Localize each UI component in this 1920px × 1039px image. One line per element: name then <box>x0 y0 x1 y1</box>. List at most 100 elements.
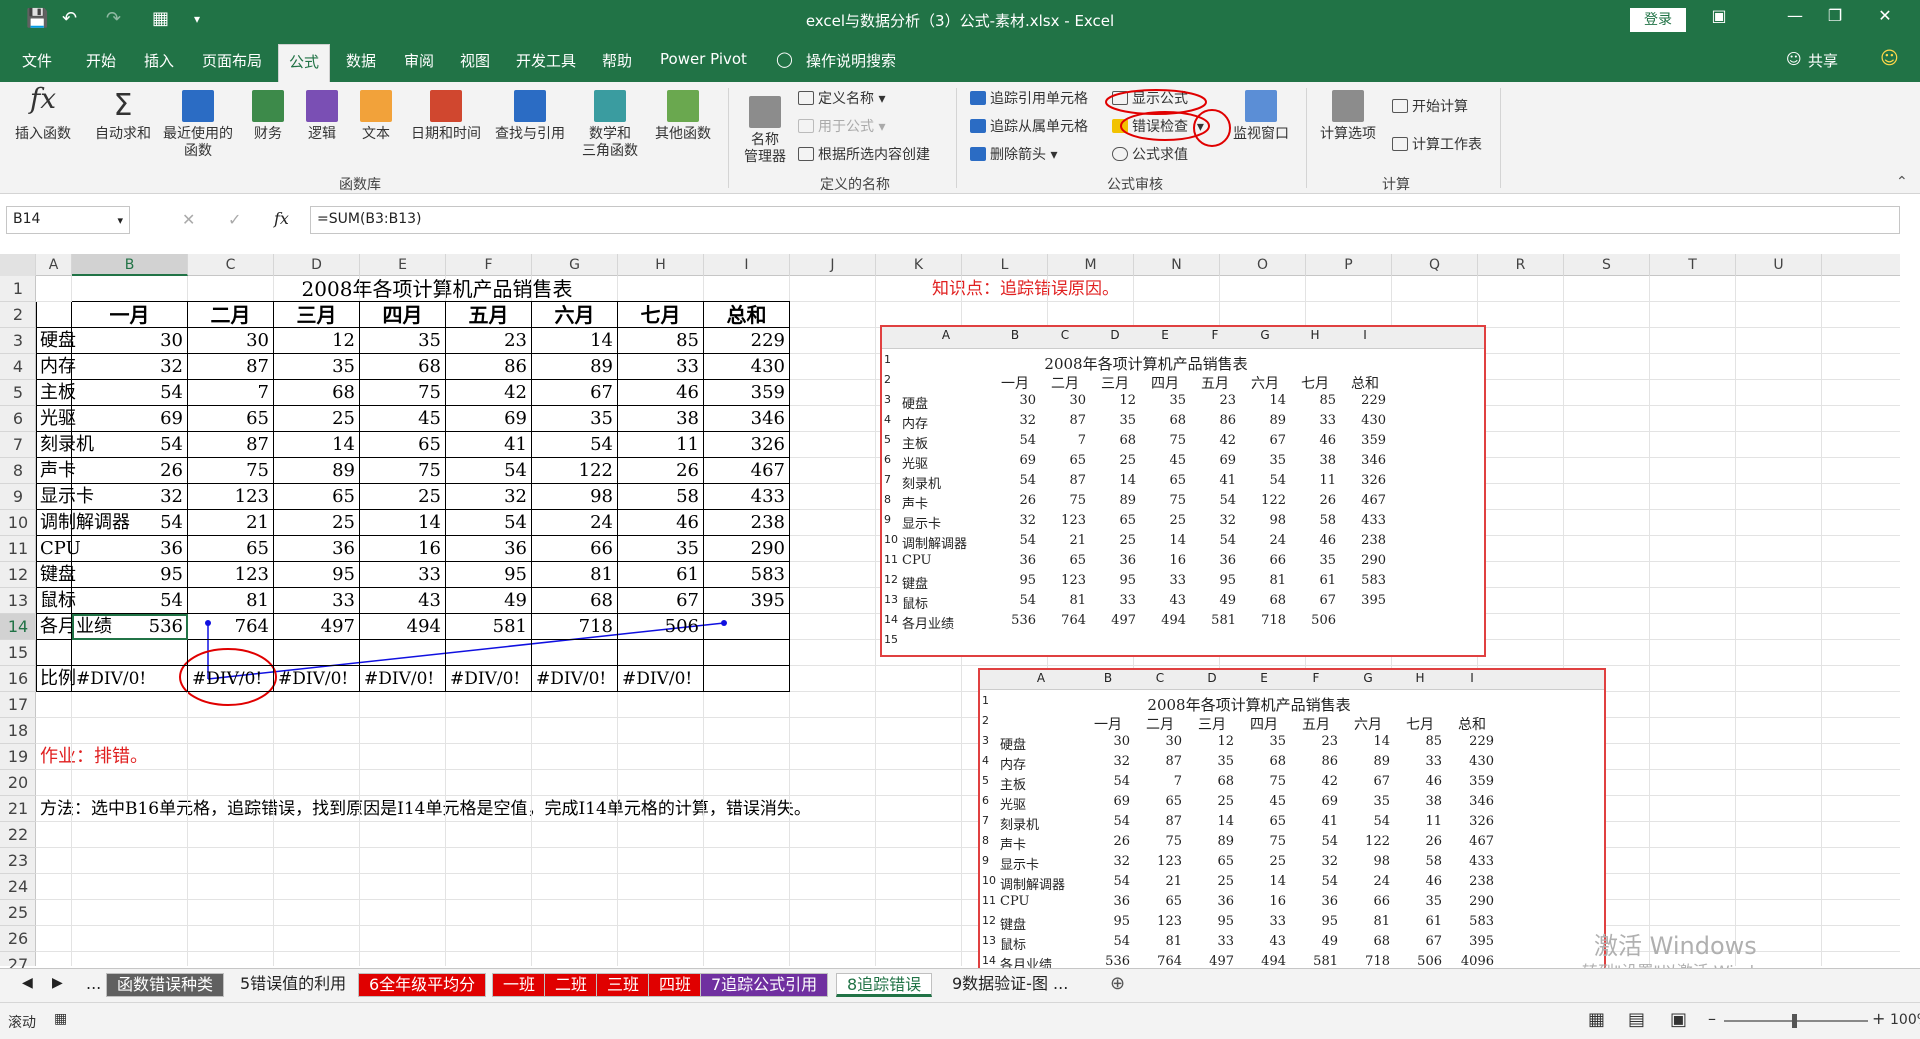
remove-arrows-button[interactable]: 删除箭头 ▾ <box>970 144 1057 164</box>
table-cell[interactable]: 46 <box>618 380 704 406</box>
blank-cell[interactable] <box>618 640 704 666</box>
table-cell[interactable]: 583 <box>704 562 790 588</box>
share-button[interactable]: 共享 <box>1808 50 1838 71</box>
table-cell[interactable]: 69 <box>72 406 188 432</box>
column-header[interactable]: M <box>1048 254 1134 276</box>
table-cell[interactable]: 326 <box>704 432 790 458</box>
table-cell[interactable]: 67 <box>618 588 704 614</box>
calculation-options-button[interactable]: 计算选项 <box>1312 90 1384 143</box>
table-cell[interactable]: 32 <box>446 484 532 510</box>
column-header[interactable]: E <box>360 254 446 276</box>
column-header[interactable]: O <box>1220 254 1306 276</box>
fx-formula-icon[interactable]: fx <box>274 209 289 228</box>
table-cell[interactable]: 36 <box>274 536 360 562</box>
row-header[interactable]: 21 <box>0 796 36 822</box>
table-cell[interactable]: 16 <box>360 536 446 562</box>
column-header[interactable]: J <box>790 254 876 276</box>
row-header[interactable]: 24 <box>0 874 36 900</box>
error-checking-button[interactable]: 错误检查 ▾ <box>1112 116 1204 136</box>
table-cell[interactable]: 43 <box>360 588 446 614</box>
table-cell[interactable]: 467 <box>704 458 790 484</box>
table-cell[interactable]: 33 <box>360 562 446 588</box>
month-header[interactable]: 三月 <box>274 302 360 328</box>
share-icon[interactable]: ☺ <box>1786 50 1802 68</box>
table-cell[interactable]: 14 <box>532 328 618 354</box>
table-cell[interactable]: 65 <box>360 432 446 458</box>
blank-cell[interactable] <box>36 640 72 666</box>
table-cell[interactable]: 68 <box>532 588 618 614</box>
tab-developer[interactable]: 开发工具 <box>516 50 576 71</box>
row-header[interactable]: 25 <box>0 900 36 926</box>
row-header[interactable]: 2 <box>0 302 36 328</box>
logical-button[interactable]: 逻辑 <box>300 90 344 143</box>
total-cell[interactable]: 497 <box>274 614 360 640</box>
total-cell[interactable]: 536 <box>72 614 188 640</box>
table-cell[interactable]: 65 <box>274 484 360 510</box>
sheet-tab[interactable]: 8追踪错误 <box>836 973 933 997</box>
table-cell[interactable]: 229 <box>704 328 790 354</box>
page-layout-view-icon[interactable]: ▤ <box>1628 1009 1645 1030</box>
blank-cell[interactable] <box>274 640 360 666</box>
table-cell[interactable]: 30 <box>188 328 274 354</box>
table-cell[interactable]: 30 <box>72 328 188 354</box>
table-cell[interactable]: 25 <box>274 406 360 432</box>
row-label[interactable]: 光驱 <box>36 406 76 432</box>
table-cell[interactable]: 86 <box>446 354 532 380</box>
table-cell[interactable]: 65 <box>188 406 274 432</box>
new-sheet-icon[interactable]: ⊕ <box>1110 973 1125 994</box>
cancel-icon[interactable]: ✕ <box>182 210 195 229</box>
table-cell[interactable]: 238 <box>704 510 790 536</box>
zoom-slider-thumb[interactable] <box>1792 1014 1797 1028</box>
sheet-tab[interactable]: 二班 <box>544 973 599 997</box>
insert-function-button[interactable]: fx 插入函数 <box>10 85 76 143</box>
total-cell[interactable] <box>704 614 790 640</box>
table-cell[interactable]: 54 <box>532 432 618 458</box>
month-header[interactable]: 一月 <box>72 302 188 328</box>
date-time-button[interactable]: 日期和时间 <box>404 90 488 143</box>
row-label[interactable]: 刻录机 <box>36 432 94 458</box>
blank-cell[interactable] <box>360 640 446 666</box>
table-cell[interactable]: 433 <box>704 484 790 510</box>
tab-data[interactable]: 数据 <box>346 50 376 71</box>
table-cell[interactable]: 290 <box>704 536 790 562</box>
table-cell[interactable]: 42 <box>446 380 532 406</box>
more-functions-button[interactable]: 其他函数 <box>650 90 716 143</box>
total-cell[interactable]: 506 <box>618 614 704 640</box>
table-cell[interactable]: 81 <box>188 588 274 614</box>
table-cell[interactable]: 75 <box>188 458 274 484</box>
table-cell[interactable]: 75 <box>360 380 446 406</box>
select-all-corner[interactable] <box>0 254 36 276</box>
row-header[interactable]: 17 <box>0 692 36 718</box>
trace-precedents-button[interactable]: 追踪引用单元格 <box>970 88 1088 108</box>
row-header[interactable]: 15 <box>0 640 36 666</box>
table-cell[interactable]: 35 <box>532 406 618 432</box>
name-manager-button[interactable]: 名称 管理器 <box>738 96 792 166</box>
total-cell[interactable]: 764 <box>188 614 274 640</box>
table-cell[interactable]: 26 <box>72 458 188 484</box>
column-header[interactable]: S <box>1564 254 1650 276</box>
table-cell[interactable]: 85 <box>618 328 704 354</box>
table-cell[interactable]: 65 <box>188 536 274 562</box>
smiley-icon[interactable]: ☺ <box>1880 48 1899 69</box>
collapse-ribbon-icon[interactable]: ⌃ <box>1896 174 1908 190</box>
zoom-level[interactable]: 100% <box>1890 1012 1920 1028</box>
table-cell[interactable]: 81 <box>532 562 618 588</box>
next-sheet-icon[interactable]: ▶ <box>52 975 63 991</box>
column-header[interactable]: U <box>1736 254 1822 276</box>
column-header[interactable]: H <box>618 254 704 276</box>
row-header[interactable]: 10 <box>0 510 36 536</box>
page-break-view-icon[interactable]: ▣ <box>1670 1009 1687 1030</box>
row-header[interactable]: 14 <box>0 614 36 640</box>
blank-cell[interactable] <box>704 666 790 692</box>
column-header[interactable]: F <box>446 254 532 276</box>
row-header[interactable]: 12 <box>0 562 36 588</box>
tab-view[interactable]: 视图 <box>460 50 490 71</box>
table-cell[interactable]: 35 <box>360 328 446 354</box>
sheet-tab[interactable]: 四班 <box>648 973 703 997</box>
column-header[interactable]: B <box>72 254 188 276</box>
table-cell[interactable]: 23 <box>446 328 532 354</box>
normal-view-icon[interactable]: ▦ <box>1588 1009 1605 1030</box>
month-header[interactable]: 五月 <box>446 302 532 328</box>
table-cell[interactable]: 89 <box>532 354 618 380</box>
total-cell[interactable]: 718 <box>532 614 618 640</box>
